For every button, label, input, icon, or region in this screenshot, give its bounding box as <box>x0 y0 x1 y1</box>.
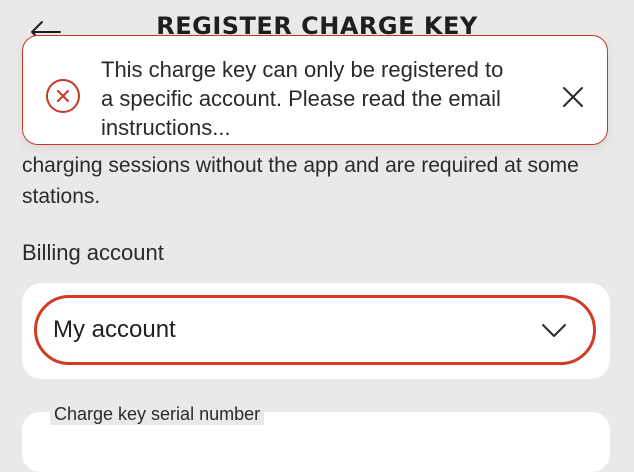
billing-account-value: My account <box>53 316 176 343</box>
error-circle-icon <box>46 79 80 113</box>
error-toast: This charge key can only be registered t… <box>22 35 608 145</box>
billing-account-card: My account <box>22 283 610 379</box>
serial-number-label: Charge key serial number <box>50 404 265 425</box>
billing-account-select[interactable]: My account <box>34 295 596 365</box>
close-icon[interactable] <box>559 83 587 111</box>
toast-message: This charge key can only be registered t… <box>101 57 504 140</box>
chevron-down-icon <box>542 324 566 337</box>
billing-account-label: Billing account <box>22 240 164 265</box>
description-text: charging sessions without the app and ar… <box>22 154 579 208</box>
